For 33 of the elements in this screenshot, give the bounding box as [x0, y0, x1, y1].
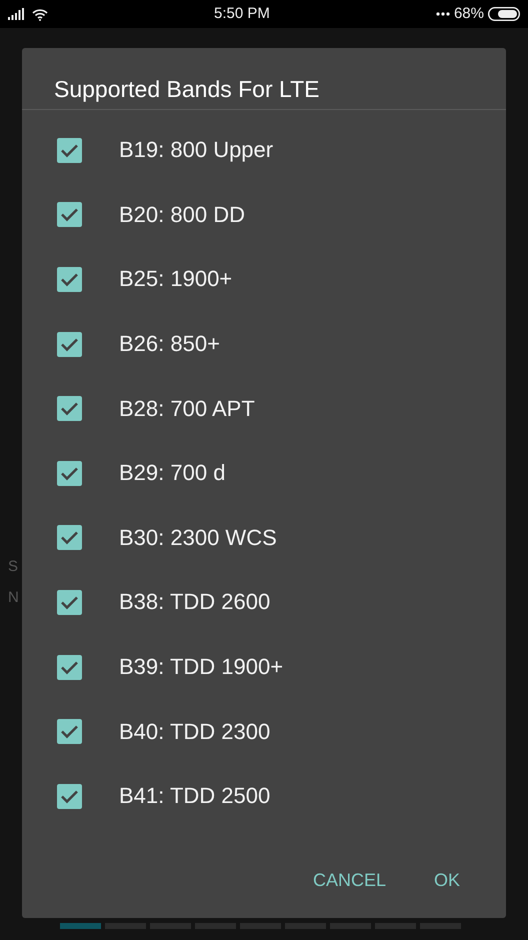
checkbox[interactable] [57, 138, 82, 163]
band-label: B25: 1900+ [119, 268, 232, 290]
band-label: B28: 700 APT [119, 398, 255, 420]
band-label: B19: 800 Upper [119, 139, 274, 162]
status-time: 5:50 PM [214, 4, 270, 24]
dialog-title: Supported Bands For LTE [53, 75, 320, 104]
more-icon [436, 12, 450, 16]
band-label: B39: TDD 1900+ [119, 656, 284, 678]
band-label: B26: 850+ [119, 333, 220, 356]
battery-percent: 68% [454, 4, 484, 24]
cancel-button[interactable]: CANCEL [300, 861, 398, 900]
checkbox[interactable] [57, 784, 82, 809]
checkbox[interactable] [57, 332, 82, 357]
band-label: B30: 2300 WCS [119, 526, 277, 549]
band-label: B38: TDD 2600 [119, 591, 270, 614]
checkbox[interactable] [57, 396, 82, 422]
wifi-icon [32, 8, 48, 20]
signal-icon [8, 8, 24, 20]
checkbox[interactable] [57, 590, 82, 615]
band-label: B41: TDD 2500 [119, 785, 270, 808]
checkbox[interactable] [57, 202, 82, 228]
battery-icon [488, 7, 520, 21]
band-label: B40: TDD 2300 [119, 720, 270, 743]
checkbox[interactable] [57, 460, 82, 486]
checkbox[interactable] [57, 719, 82, 744]
band-label: B29: 700 d [119, 462, 226, 484]
background-letter: N [8, 588, 19, 608]
checkbox[interactable] [57, 525, 82, 550]
checkbox[interactable] [57, 266, 82, 292]
ok-button[interactable]: OK [422, 861, 472, 900]
background-letter: S [8, 557, 18, 577]
checkbox[interactable] [57, 654, 82, 680]
band-label: B20: 800 DD [119, 204, 245, 226]
